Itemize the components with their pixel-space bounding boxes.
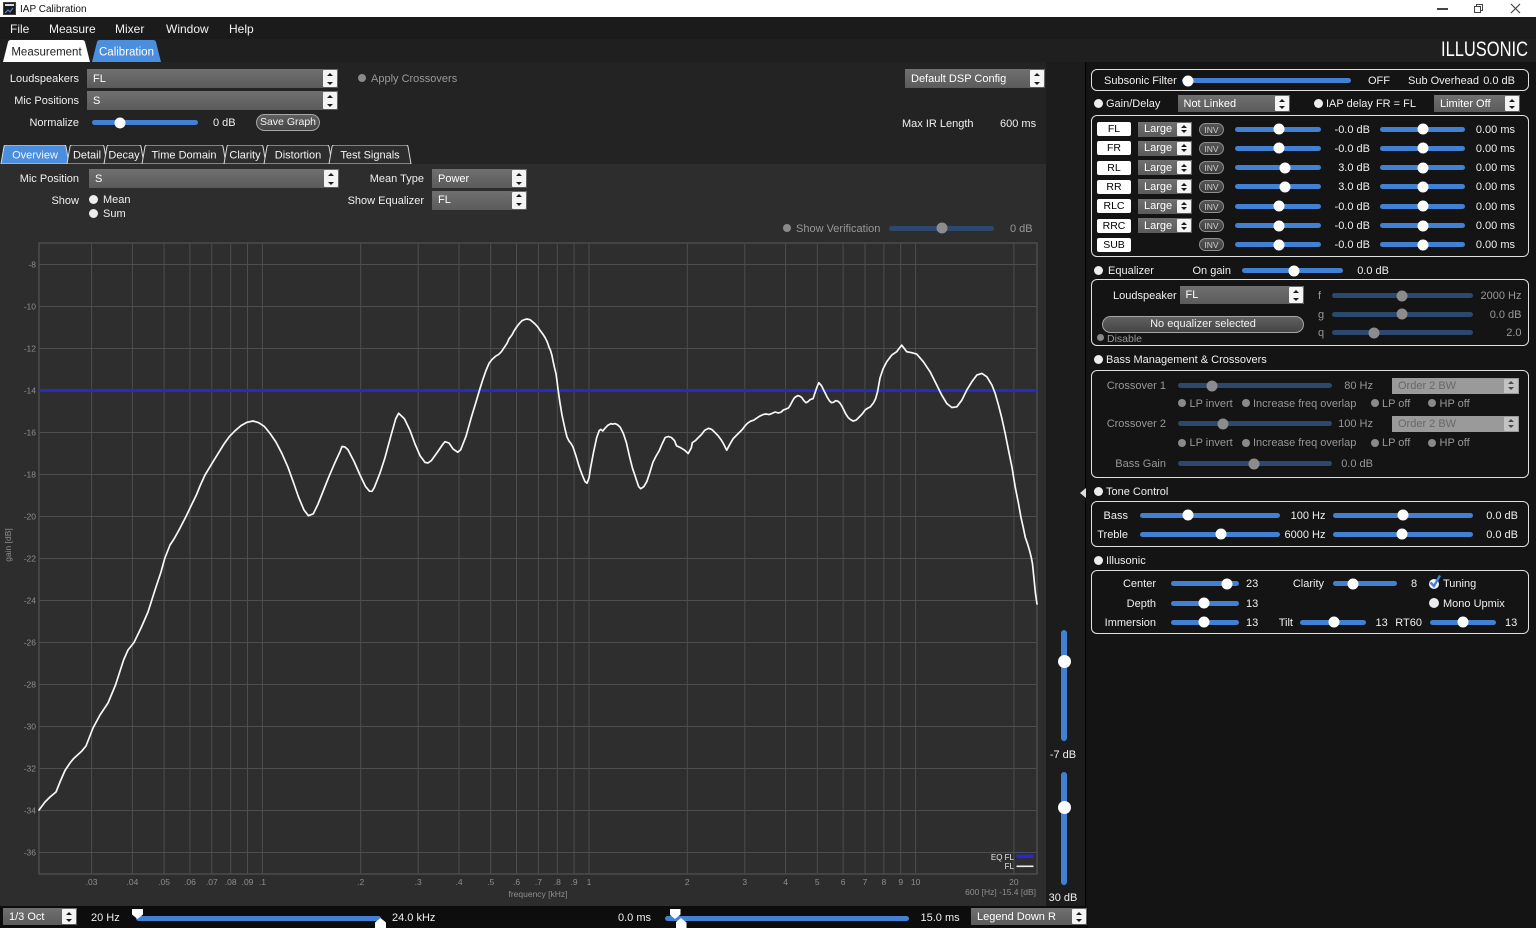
svg-text:.09: .09 [242, 877, 254, 887]
svg-text:6: 6 [841, 877, 846, 887]
svg-text:3: 3 [742, 877, 747, 887]
svg-text:9: 9 [898, 877, 903, 887]
svg-text:-34: -34 [24, 806, 37, 816]
svg-text:.06: .06 [184, 877, 196, 887]
svg-text:.08: .08 [225, 877, 237, 887]
svg-text:20: 20 [1009, 877, 1019, 887]
svg-text:-10: -10 [24, 302, 37, 312]
svg-text:Time Domain: Time Domain [152, 150, 217, 162]
svg-text:frequency [kHz]: frequency [kHz] [508, 889, 567, 899]
svg-text:-32: -32 [24, 764, 37, 774]
svg-text:8: 8 [882, 877, 887, 887]
svg-text:5: 5 [815, 877, 820, 887]
svg-text:-8: -8 [28, 260, 36, 270]
svg-text:ILLUSONIC: ILLUSONIC [1441, 38, 1528, 60]
svg-text:Measurement: Measurement [11, 47, 82, 59]
svg-text:-12: -12 [24, 344, 37, 354]
svg-text:-26: -26 [24, 638, 37, 648]
svg-text:-22: -22 [24, 554, 37, 564]
svg-text:Test Signals: Test Signals [340, 150, 400, 162]
svg-text:600 [Hz] -15.4 [dB]: 600 [Hz] -15.4 [dB] [965, 887, 1036, 897]
svg-text:.5: .5 [487, 877, 494, 887]
svg-text:4: 4 [783, 877, 788, 887]
svg-text:.4: .4 [455, 877, 462, 887]
svg-text:10: 10 [911, 877, 921, 887]
svg-text:.3: .3 [415, 877, 422, 887]
svg-text:.07: .07 [206, 877, 218, 887]
svg-text:.05: .05 [158, 877, 170, 887]
svg-text:.2: .2 [357, 877, 364, 887]
svg-text:Clarity: Clarity [229, 150, 261, 162]
svg-text:-16: -16 [24, 428, 37, 438]
svg-text:.1: .1 [259, 877, 266, 887]
svg-text:EQ FL: EQ FL [991, 853, 1015, 862]
svg-text:7: 7 [863, 877, 868, 887]
svg-text:gain [dB]: gain [dB] [3, 528, 13, 562]
svg-text:-24: -24 [24, 596, 37, 606]
svg-text:.7: .7 [535, 877, 542, 887]
svg-text:-28: -28 [24, 680, 37, 690]
svg-text:.8: .8 [554, 877, 561, 887]
svg-text:-36: -36 [24, 848, 37, 858]
svg-text:FL: FL [1005, 862, 1015, 871]
svg-text:-14: -14 [24, 386, 37, 396]
svg-text:.03: .03 [86, 877, 98, 887]
svg-text:Distortion: Distortion [275, 150, 321, 162]
svg-text:Overview: Overview [12, 150, 58, 162]
svg-text:Calibration: Calibration [99, 47, 154, 59]
svg-text:2: 2 [685, 877, 690, 887]
svg-text:1: 1 [587, 877, 592, 887]
svg-text:Detail: Detail [73, 150, 101, 162]
svg-text:.6: .6 [513, 877, 520, 887]
svg-text:.9: .9 [571, 877, 578, 887]
svg-text:-20: -20 [24, 512, 37, 522]
svg-text:Decay: Decay [108, 150, 140, 162]
svg-text:-30: -30 [24, 722, 37, 732]
svg-text:-18: -18 [24, 470, 37, 480]
svg-text:.04: .04 [126, 877, 138, 887]
